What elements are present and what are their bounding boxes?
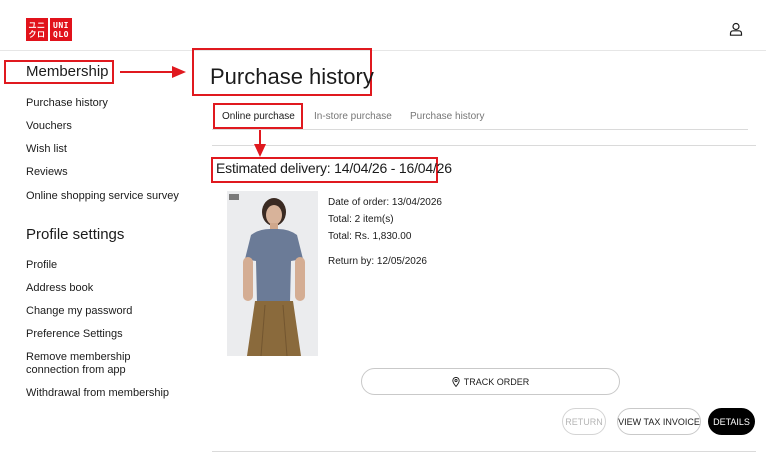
tab-in-store-purchase[interactable]: In-store purchase <box>314 111 392 122</box>
track-order-button[interactable]: TRACK ORDER <box>361 368 620 395</box>
logo-katakana-bottom: クロ <box>28 29 46 39</box>
order-date: Date of order: 13/04/2026 <box>328 197 442 208</box>
annotation-arrow-down-icon <box>254 130 266 157</box>
order-total-items: Total: 2 item(s) <box>328 214 394 225</box>
tab-online-purchase[interactable]: Online purchase <box>222 111 295 122</box>
sidebar-item-remove-connection[interactable]: Remove membership connection from app <box>26 351 186 377</box>
sidebar-item-reviews[interactable]: Reviews <box>26 166 68 178</box>
sidebar-item-withdrawal[interactable]: Withdrawal from membership <box>26 387 169 399</box>
return-label: RETURN <box>565 416 603 427</box>
tab-purchase-history[interactable]: Purchase history <box>410 111 484 122</box>
logo-katakana: ユニ クロ <box>26 18 48 41</box>
profile-settings-heading: Profile settings <box>26 226 125 243</box>
logo-latin-top: UNI <box>53 20 69 30</box>
logo-latin-bottom: QLO <box>53 29 69 39</box>
logo-katakana-top: ユニ <box>28 20 46 30</box>
annotation-arrow-right-icon <box>120 66 186 78</box>
order-return-by: Return by: 12/05/2026 <box>328 256 427 267</box>
sidebar-item-vouchers[interactable]: Vouchers <box>26 120 72 132</box>
logo-latin: UNI QLO <box>50 18 72 41</box>
product-image[interactable] <box>227 191 318 356</box>
view-tax-invoice-label: VIEW TAX INVOICE <box>618 416 700 427</box>
header-divider <box>0 50 766 51</box>
user-icon[interactable] <box>729 22 743 36</box>
sidebar-item-survey[interactable]: Online shopping service survey <box>26 190 179 202</box>
uniqlo-logo[interactable]: ユニ クロ UNI QLO <box>26 18 72 41</box>
order-total-amount: Total: Rs. 1,830.00 <box>328 231 412 242</box>
sidebar-item-wish-list[interactable]: Wish list <box>26 143 67 155</box>
track-order-label: TRACK ORDER <box>463 376 530 387</box>
sidebar-item-preference-settings[interactable]: Preference Settings <box>26 328 123 340</box>
sidebar-item-profile[interactable]: Profile <box>26 259 57 271</box>
sidebar-item-address-book[interactable]: Address book <box>26 282 93 294</box>
return-button[interactable]: RETURN <box>562 408 606 435</box>
location-pin-icon <box>452 376 460 387</box>
details-label: DETAILS <box>713 416 750 427</box>
page-title: Purchase history <box>210 64 374 89</box>
sidebar-item-change-password[interactable]: Change my password <box>26 305 132 317</box>
product-illustration <box>227 191 318 356</box>
bottom-divider <box>212 451 756 452</box>
view-tax-invoice-button[interactable]: VIEW TAX INVOICE <box>617 408 701 435</box>
membership-heading: Membership <box>26 63 109 80</box>
sidebar-item-purchase-history[interactable]: Purchase history <box>26 97 108 109</box>
section-divider <box>212 145 756 146</box>
estimated-delivery: Estimated delivery: 14/04/26 - 16/04/26 <box>216 160 452 176</box>
tab-divider <box>212 129 748 130</box>
details-button[interactable]: DETAILS <box>708 408 755 435</box>
